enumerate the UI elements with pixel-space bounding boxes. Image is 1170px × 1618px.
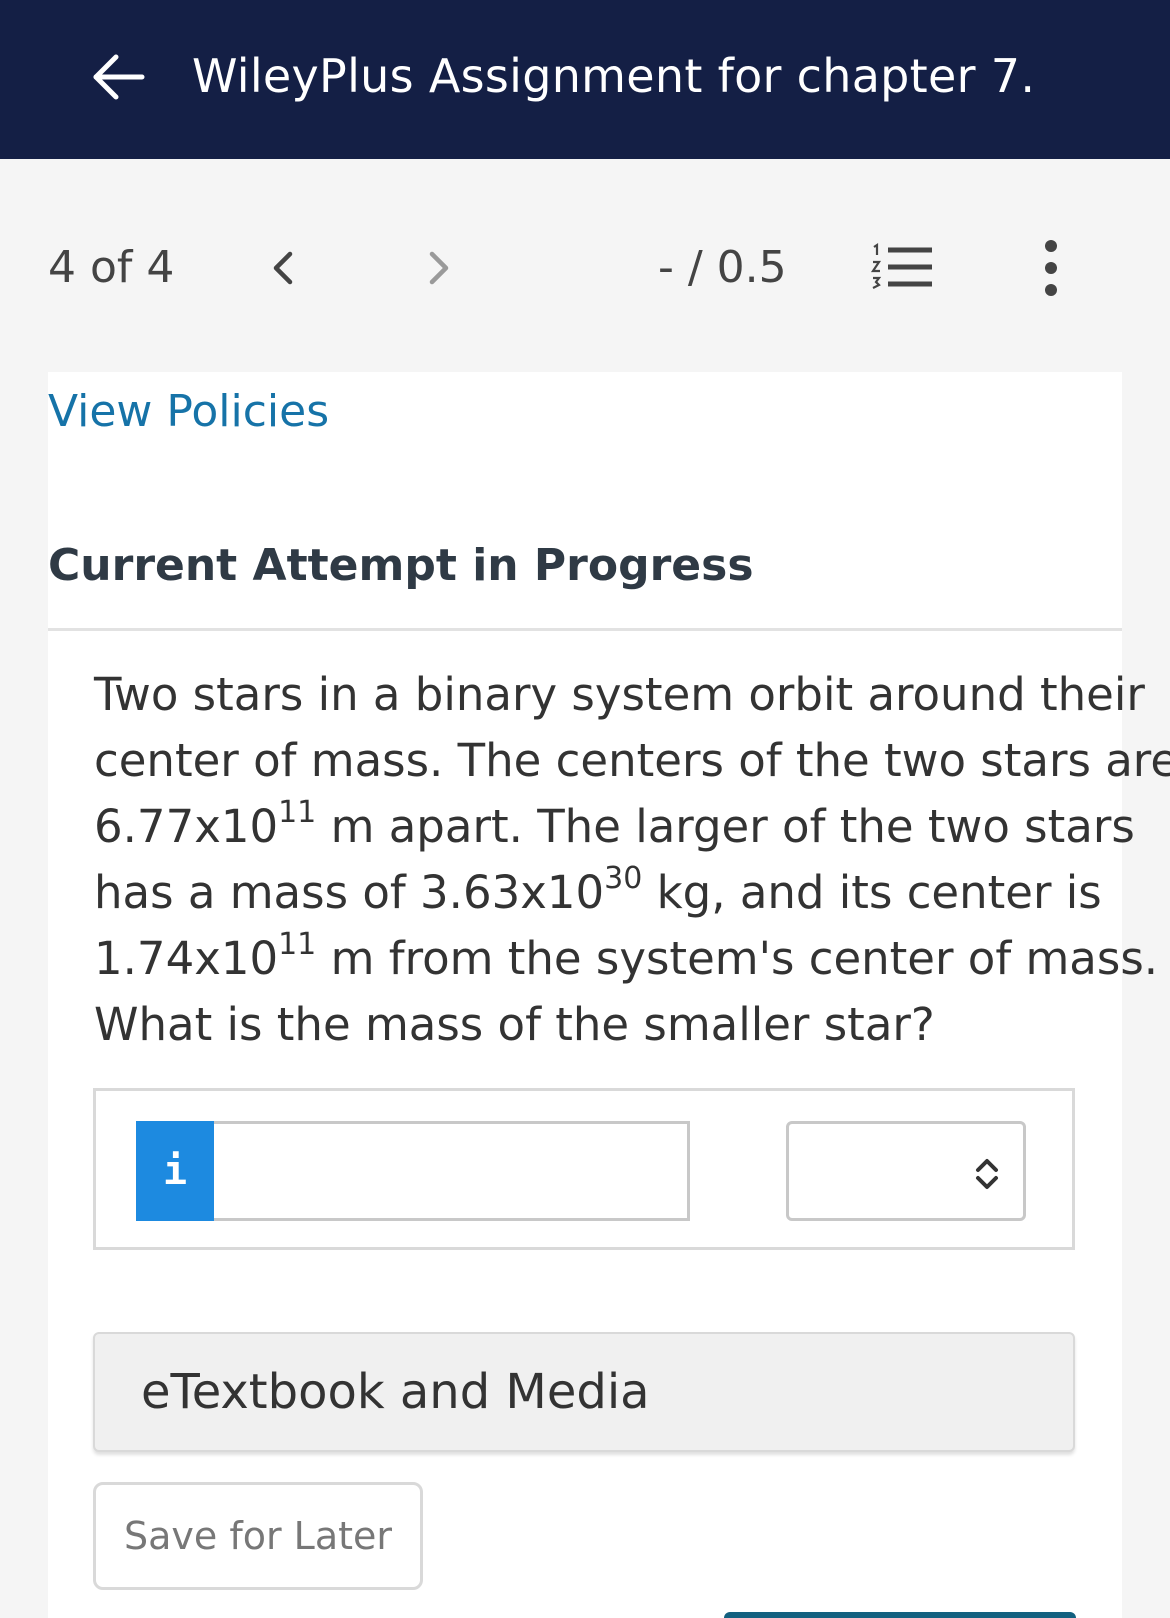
more-options-button[interactable]: [1026, 238, 1076, 298]
chevron-up-down-icon: [976, 1159, 998, 1189]
answer-box: i: [93, 1088, 1075, 1250]
question-line: m apart. The larger of the two stars: [316, 800, 1135, 853]
question-line: center of mass. The centers of the two s…: [94, 734, 1170, 787]
save-for-later-button[interactable]: Save for Later: [93, 1482, 423, 1590]
exponent: 11: [278, 795, 317, 830]
question-line: 1.74x10: [94, 932, 279, 985]
question-line: 6.77x10: [94, 800, 279, 853]
arrow-left-icon: [93, 54, 145, 100]
question-list-button[interactable]: [870, 238, 936, 298]
numbered-list-icon: [870, 242, 932, 289]
exponent: 11: [278, 927, 317, 962]
question-counter: 4 of 4: [48, 242, 175, 293]
exponent: 30: [604, 861, 643, 896]
question-line: has a mass of 3.63x10: [94, 866, 605, 919]
next-question-button[interactable]: [414, 242, 464, 294]
submit-button-edge[interactable]: [724, 1612, 1076, 1618]
page-title: WileyPlus Assignment for chapter 7.: [192, 49, 1036, 103]
etextbook-media-button[interactable]: eTextbook and Media: [93, 1332, 1075, 1452]
etextbook-label: eTextbook and Media: [141, 1364, 650, 1420]
view-policies-link[interactable]: View Policies: [48, 380, 329, 444]
vertical-dots-icon: [1045, 240, 1057, 296]
divider: [48, 628, 1122, 631]
top-bar: WileyPlus Assignment for chapter 7.: [0, 0, 1170, 159]
attempt-heading: Current Attempt in Progress: [48, 540, 754, 591]
question-nav-bar: 4 of 4 - / 0.5: [0, 220, 1170, 316]
question-line: m from the system's center of mass.: [316, 932, 1159, 985]
question-line: What is the mass of the smaller star?: [94, 998, 935, 1051]
question-text: Two stars in a binary system orbit aroun…: [94, 662, 1170, 1058]
chevron-left-icon: [273, 251, 293, 285]
units-select[interactable]: [786, 1121, 1026, 1221]
chevron-right-icon: [429, 251, 449, 285]
previous-question-button[interactable]: [258, 242, 308, 294]
question-line: Two stars in a binary system orbit aroun…: [94, 668, 1145, 721]
info-button[interactable]: i: [136, 1121, 214, 1221]
score-display: - / 0.5: [658, 242, 787, 293]
back-button[interactable]: [88, 46, 152, 110]
answer-input[interactable]: [214, 1121, 690, 1221]
question-panel: View Policies Current Attempt in Progres…: [48, 372, 1170, 1618]
question-line: kg, and its center is: [642, 866, 1102, 919]
